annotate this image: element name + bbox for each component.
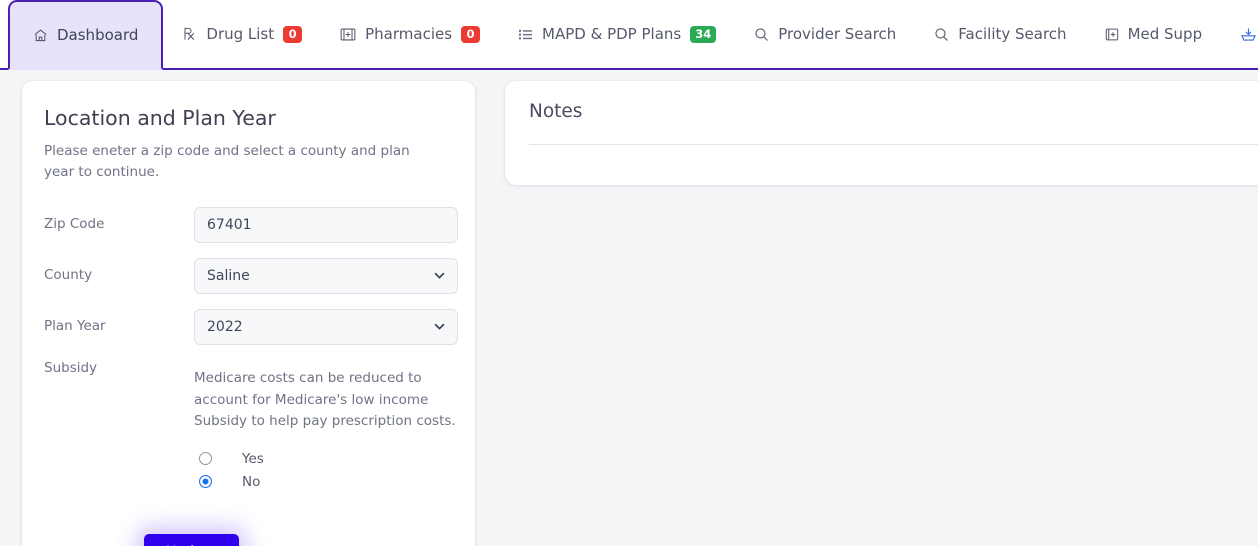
panel-description: Please eneter a zip code and select a co… bbox=[44, 143, 410, 180]
tab-label: MAPD & PDP Plans bbox=[542, 25, 682, 43]
tab-med-supp[interactable]: Med Supp bbox=[1086, 0, 1222, 68]
tab-badge: 0 bbox=[283, 25, 303, 43]
subsidy-option-yes[interactable]: Yes bbox=[194, 451, 456, 467]
tab-label: Drug List bbox=[206, 25, 275, 43]
notes-card: Notes bbox=[505, 81, 1258, 185]
subsidy-label: Subsidy bbox=[44, 360, 98, 376]
tab-dashboard[interactable]: Dashboard bbox=[8, 0, 164, 70]
zip-code-row: Zip Code bbox=[44, 207, 458, 243]
tab-label: Facility Search bbox=[958, 25, 1067, 43]
tab-label: Dashboard bbox=[57, 26, 139, 44]
tab-provider-search[interactable]: Provider Search bbox=[735, 0, 915, 68]
clinic-medical-icon bbox=[340, 27, 356, 42]
main-tab-bar: Dashboard Drug List 0 Pharmacies 0 MAPD … bbox=[0, 0, 1258, 70]
zip-code-label: Zip Code bbox=[44, 216, 105, 232]
main-content: Location and Plan Year Please eneter a z… bbox=[0, 70, 1258, 546]
blue-button-download-icon bbox=[1240, 27, 1257, 42]
tab-pharmacies[interactable]: Pharmacies 0 bbox=[321, 0, 499, 68]
book-medical-icon bbox=[1105, 27, 1119, 42]
plan-year-label: Plan Year bbox=[44, 318, 106, 334]
search-icon bbox=[934, 27, 949, 42]
radio-no-label: No bbox=[242, 473, 261, 490]
tab-badge: 34 bbox=[690, 25, 717, 43]
radio-yes-label: Yes bbox=[242, 450, 264, 467]
subsidy-row: Subsidy Medicare costs can be reduced to… bbox=[44, 360, 456, 497]
tab-cms-blue-button[interactable]: CMS Blue Button bbox=[1221, 0, 1258, 68]
tab-label: Provider Search bbox=[778, 25, 897, 43]
location-and-plan-year-card: Location and Plan Year Please eneter a z… bbox=[22, 81, 475, 546]
home-icon bbox=[33, 28, 48, 43]
tab-badge: 0 bbox=[461, 25, 481, 43]
plan-year-row: Plan Year 2022 bbox=[44, 309, 458, 345]
radio-no[interactable] bbox=[199, 475, 212, 488]
tab-label: Pharmacies bbox=[365, 25, 453, 43]
tab-facility-search[interactable]: Facility Search bbox=[915, 0, 1085, 68]
county-select[interactable]: Saline bbox=[194, 258, 458, 294]
zip-code-input[interactable] bbox=[194, 207, 458, 243]
county-row: County Saline bbox=[44, 258, 458, 294]
tab-drug-list[interactable]: Drug List 0 bbox=[163, 0, 321, 68]
notes-title: Notes bbox=[529, 101, 583, 122]
subsidy-option-no[interactable]: No bbox=[194, 474, 456, 490]
update-button[interactable]: Update bbox=[144, 533, 239, 546]
tab-mapd-pdp-plans[interactable]: MAPD & PDP Plans 34 bbox=[499, 0, 735, 68]
county-label: County bbox=[44, 267, 93, 283]
radio-yes[interactable] bbox=[199, 452, 212, 465]
tab-label: Med Supp bbox=[1127, 25, 1203, 43]
subsidy-description: Medicare costs can be reduced to account… bbox=[194, 370, 456, 429]
notes-body[interactable] bbox=[505, 145, 1258, 167]
plan-year-select[interactable]: 2022 bbox=[194, 309, 458, 345]
search-icon bbox=[754, 27, 769, 42]
page-title: Location and Plan Year bbox=[44, 106, 276, 130]
prescription-rx-icon bbox=[182, 26, 197, 42]
list-icon bbox=[518, 27, 533, 42]
